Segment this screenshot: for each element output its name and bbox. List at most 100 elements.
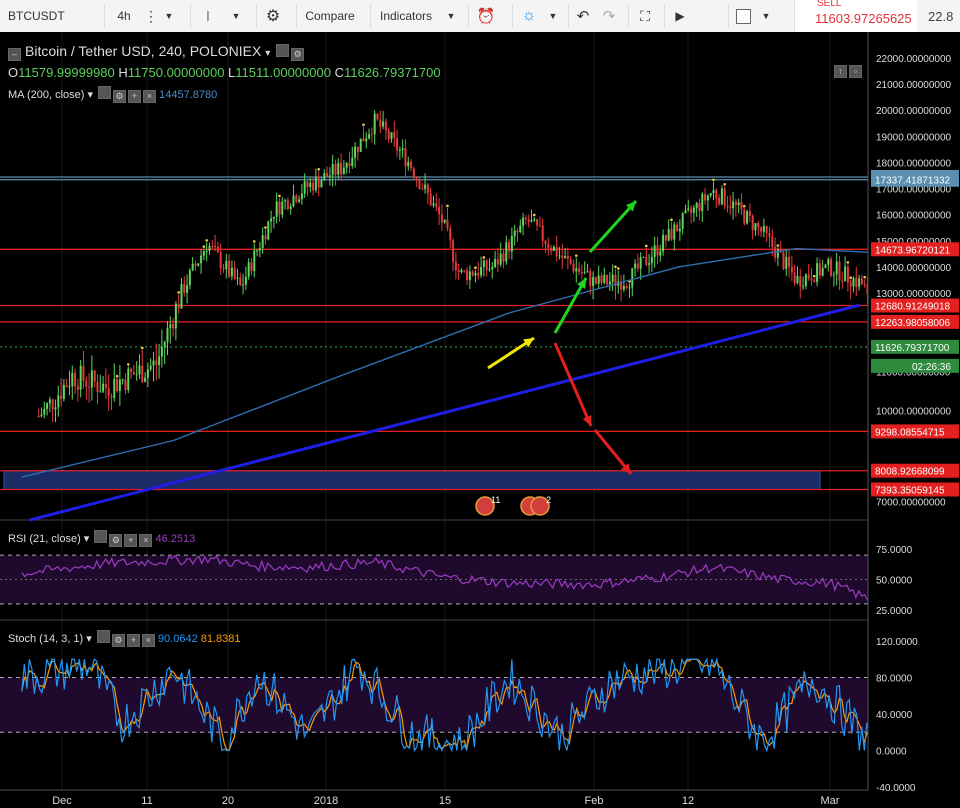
- more-icon[interactable]: ⋮: [142, 4, 160, 28]
- candle-body: [846, 266, 849, 283]
- gear-icon[interactable]: ⚙: [256, 4, 289, 28]
- candle-body: [298, 199, 301, 202]
- gear-icon[interactable]: ⚙: [291, 48, 305, 61]
- symbol-legend[interactable]: – Bitcoin / Tether USD, 240, POLONIEX ▾ ⚙: [8, 43, 305, 61]
- gear-icon[interactable]: ⚙: [113, 90, 127, 103]
- buy-price-partial[interactable]: 22.8: [928, 4, 960, 28]
- candle-body: [40, 414, 43, 417]
- ohlc-label: O: [8, 65, 19, 80]
- candle-body: [860, 278, 863, 285]
- candle-body: [667, 228, 670, 241]
- bulb-icon[interactable]: ☼: [512, 4, 545, 28]
- candle-body: [692, 207, 695, 213]
- candle-body: [715, 190, 718, 198]
- close-icon[interactable]: ×: [139, 534, 153, 547]
- pattern-dot: [264, 226, 267, 229]
- pattern-dot: [670, 218, 673, 222]
- chevron-down-icon[interactable]: ▼: [160, 4, 178, 28]
- candle-body: [275, 201, 278, 217]
- move-icon[interactable]: +: [126, 634, 140, 647]
- candle-body: [835, 261, 838, 275]
- candle-body: [757, 223, 760, 228]
- candle-body: [499, 253, 502, 265]
- close-icon[interactable]: ×: [141, 634, 155, 647]
- compare-button[interactable]: Compare: [296, 4, 363, 28]
- symbol-search[interactable]: BTCUSDT: [0, 4, 100, 28]
- candle-body: [712, 190, 715, 194]
- indicators-button[interactable]: Indicators: [370, 4, 441, 28]
- candle-body: [788, 256, 791, 267]
- move-icon[interactable]: +: [124, 534, 138, 547]
- stoch-legend[interactable]: Stoch (14, 3, 1) ▾ ⚙ + × 90.0642 81.8381: [8, 630, 241, 647]
- sell-button[interactable]: SELL 11603.97265625: [794, 0, 917, 32]
- candle-body: [858, 278, 861, 287]
- gear-icon[interactable]: ⚙: [111, 634, 125, 647]
- stoch-tick-label: 40.0000: [876, 710, 913, 721]
- chevron-down-icon[interactable]: ▼: [440, 4, 462, 28]
- play-icon[interactable]: ▶: [664, 4, 695, 28]
- move-icon[interactable]: +: [128, 90, 142, 103]
- candle-body: [457, 269, 460, 273]
- eye-icon[interactable]: [98, 86, 112, 99]
- layout-icon[interactable]: [728, 4, 757, 28]
- candle-body: [99, 391, 102, 393]
- pattern-dot: [532, 213, 536, 217]
- eye-icon[interactable]: [96, 630, 110, 643]
- stoch-d-value: 81.8381: [200, 633, 241, 645]
- rsi-legend[interactable]: RSI (21, close) ▾ ⚙ + × 46.2513: [8, 530, 195, 547]
- price-tick-label: 14000.00000000: [876, 263, 952, 274]
- chevron-down-icon[interactable]: ▾: [265, 48, 270, 59]
- candle-body: [796, 275, 799, 284]
- candles-icon[interactable]: ⧘: [190, 4, 225, 28]
- maximize-icon[interactable]: ▫: [849, 65, 862, 78]
- alert-icon[interactable]: ⏰: [468, 4, 503, 28]
- candle-body: [443, 219, 446, 223]
- candle-body: [670, 228, 673, 240]
- interval-selector[interactable]: 4h: [104, 4, 143, 28]
- stoch-tick-label: 120.0000: [876, 637, 918, 648]
- time-tick-label: Feb: [585, 795, 604, 807]
- candle-body: [314, 176, 317, 191]
- redo-icon[interactable]: ↷: [596, 4, 622, 28]
- candle-body: [387, 130, 390, 140]
- candle-body: [561, 255, 564, 259]
- close-icon[interactable]: ×: [143, 90, 157, 103]
- candle-body: [597, 275, 600, 284]
- candle-body: [376, 113, 379, 120]
- candle-body: [365, 138, 368, 142]
- eye-icon[interactable]: [94, 530, 108, 543]
- fullscreen-icon[interactable]: ⛶: [628, 4, 661, 28]
- chevron-down-icon[interactable]: ▼: [756, 4, 776, 28]
- candle-body: [748, 211, 751, 217]
- candle-body: [166, 328, 169, 342]
- candle-body: [267, 221, 270, 240]
- candle-body: [152, 360, 155, 366]
- pattern-dot: [742, 204, 746, 208]
- candle-body: [43, 408, 46, 415]
- pattern-dot: [177, 291, 180, 294]
- pane-controls[interactable]: ↑ ▫: [832, 60, 862, 78]
- candle-body: [303, 181, 306, 194]
- candle-body: [622, 285, 625, 290]
- candle-body: [463, 270, 466, 272]
- chevron-down-icon[interactable]: ▼: [544, 4, 562, 28]
- pattern-dot: [812, 274, 816, 278]
- chevron-down-icon[interactable]: ▼: [226, 4, 246, 28]
- candle-body: [656, 245, 659, 256]
- ma-legend[interactable]: MA (200, close) ▾ ⚙ + × 14457.8780: [8, 86, 217, 103]
- price-tick-label: 20000.00000000: [876, 106, 952, 117]
- time-tick-label: 20: [222, 795, 234, 807]
- candle-body: [704, 194, 707, 201]
- candle-body: [636, 263, 639, 269]
- candle-body: [807, 274, 810, 279]
- time-tick-label: 12: [682, 795, 694, 807]
- collapse-icon[interactable]: –: [8, 48, 21, 61]
- gear-icon[interactable]: ⚙: [109, 534, 123, 547]
- chart-area[interactable]: 1172 22000.0000000021000.0000000020000.0…: [0, 32, 960, 808]
- undo-icon[interactable]: ↶: [568, 4, 597, 28]
- up-arrow-icon[interactable]: ↑: [834, 65, 847, 78]
- eye-icon[interactable]: [276, 44, 290, 57]
- symbol-title: Bitcoin / Tether USD, 240, POLONIEX: [25, 43, 262, 59]
- support-zone-rect: [3, 470, 821, 491]
- candle-body: [82, 365, 85, 381]
